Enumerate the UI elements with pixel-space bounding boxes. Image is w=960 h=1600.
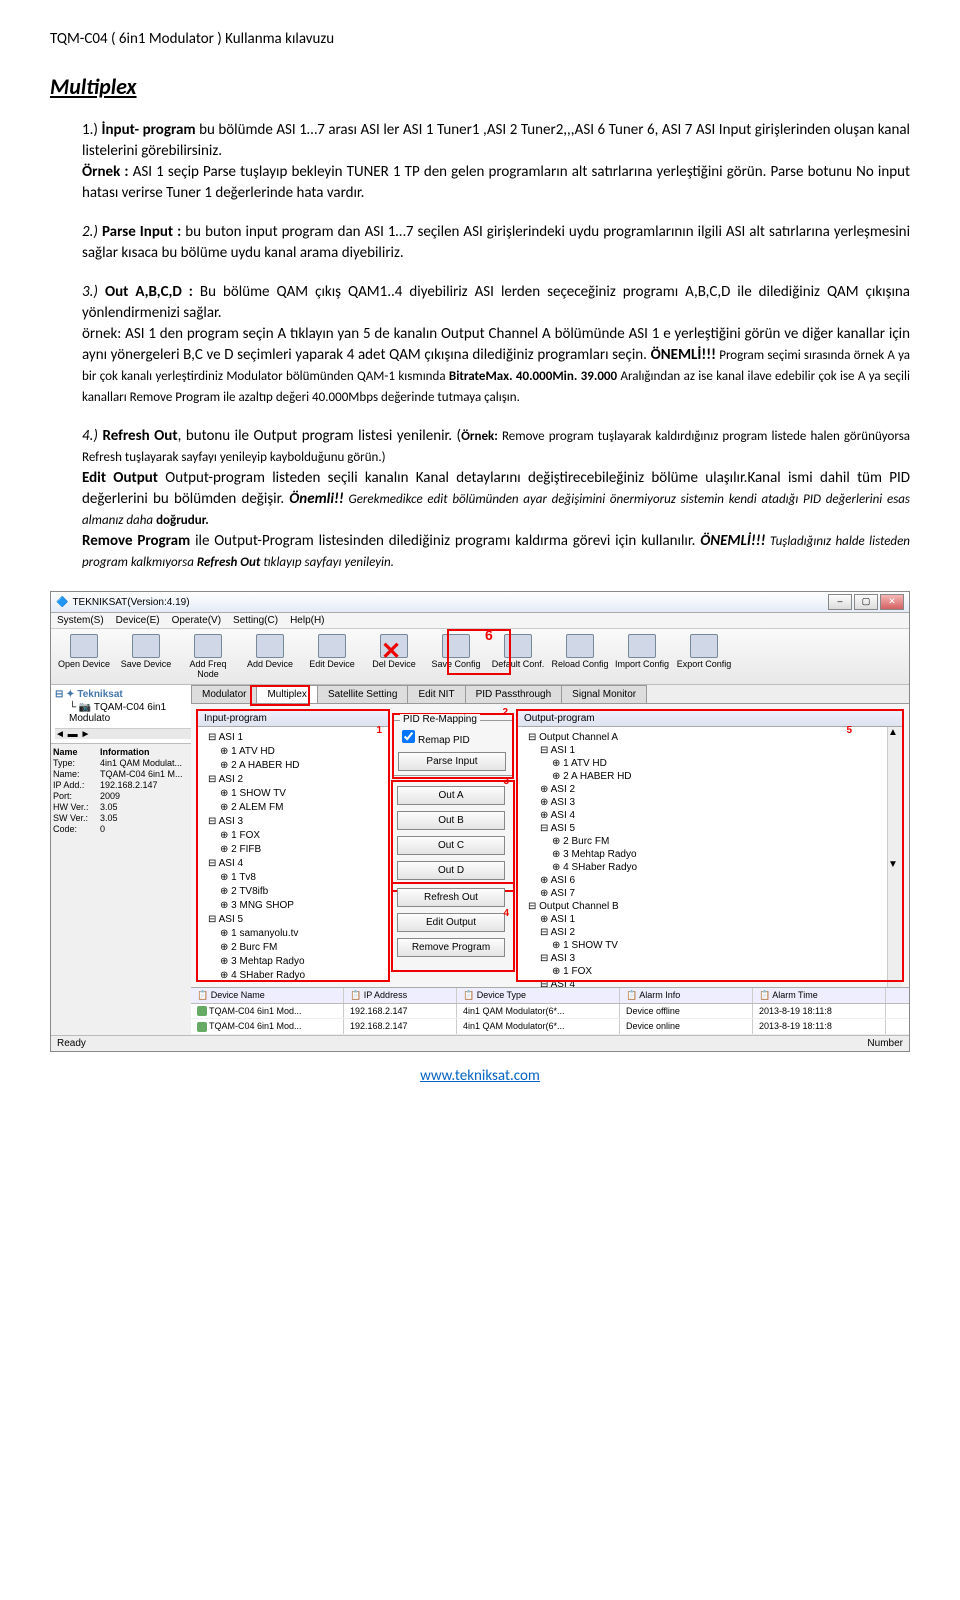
tab-satellite-setting[interactable]: Satellite Setting bbox=[317, 685, 409, 703]
item-2: 2.) Parse Input : bu buton input program… bbox=[82, 222, 910, 264]
info-row: Type:4in1 QAM Modulat... bbox=[53, 758, 189, 768]
app-icon: 🔷 bbox=[56, 597, 68, 608]
pid-remapping-group: 2 PID Re-Mapping Remap PID Parse Input bbox=[393, 720, 513, 776]
app-window: 🔷 TEKNIKSAT(Version:4.19) – ▢ ✕ System(S)… bbox=[50, 591, 910, 1052]
info-row: Name:TQAM-C04 6in1 M... bbox=[53, 769, 189, 779]
menu-item[interactable]: Setting(C) bbox=[233, 615, 278, 626]
section-title: Multiplex bbox=[50, 73, 910, 100]
annotation-1: 1 bbox=[376, 725, 382, 736]
tool-icon bbox=[194, 634, 222, 658]
tab-edit-nit[interactable]: Edit NIT bbox=[407, 685, 465, 703]
tool-icon bbox=[318, 634, 346, 658]
tool-edit-device[interactable]: Edit Device bbox=[301, 632, 363, 681]
tool-open-device[interactable]: Open Device bbox=[53, 632, 115, 681]
annotation-box-3 bbox=[391, 780, 515, 892]
tool-icon bbox=[70, 634, 98, 658]
menu-item[interactable]: Operate(V) bbox=[172, 615, 221, 626]
status-bar: ReadyNumber bbox=[51, 1035, 909, 1051]
doc-header: TQM-C04 ( 6in1 Modulator ) Kullanma kıla… bbox=[50, 30, 910, 48]
tool-icon bbox=[132, 634, 160, 658]
maximize-button[interactable]: ▢ bbox=[854, 594, 878, 610]
mid-buttons: 2 PID Re-Mapping Remap PID Parse Input 3… bbox=[393, 710, 513, 981]
tool-icon bbox=[566, 634, 594, 658]
item-1: 1.) İnput- program bu bölümde ASI 1…7 ar… bbox=[82, 120, 910, 204]
tree-scrollbar[interactable]: ◄ ▬ ► bbox=[55, 728, 195, 739]
tool-icon bbox=[256, 634, 284, 658]
tab-signal-monitor[interactable]: Signal Monitor bbox=[561, 685, 647, 703]
item-3: 3.) Out A,B,C,D : Bu bölüme QAM çıkış QA… bbox=[82, 282, 910, 408]
menu-item[interactable]: Help(H) bbox=[290, 615, 324, 626]
tool-icon bbox=[628, 634, 656, 658]
grid-header[interactable]: 📋 Device Name bbox=[191, 988, 344, 1003]
tool-save-device[interactable]: Save Device bbox=[115, 632, 177, 681]
menu-item[interactable]: System(S) bbox=[57, 615, 104, 626]
tab-bar: ModulatorMultiplexSatellite SettingEdit … bbox=[191, 685, 909, 704]
input-program-panel: 1 Input-program ⊟ ASI 1⊕ 1 ATV HD⊕ 2 A H… bbox=[197, 710, 389, 981]
annotation-x: ✕ bbox=[381, 637, 401, 666]
titlebar: 🔷 TEKNIKSAT(Version:4.19) – ▢ ✕ bbox=[51, 592, 909, 613]
app-title: TEKNIKSAT(Version:4.19) bbox=[72, 597, 189, 608]
device-info: NameInformation Type:4in1 QAM Modulat...… bbox=[51, 743, 191, 837]
annotation-5: 5 bbox=[846, 725, 852, 736]
item-4: 4.) Refresh Out, butonu ile Output progr… bbox=[82, 426, 910, 573]
info-row: HW Ver.:3.05 bbox=[53, 802, 189, 812]
annotation-box-save bbox=[447, 629, 511, 675]
alarm-grid: 📋 Device Name📋 IP Address📋 Device Type📋 … bbox=[191, 987, 909, 1035]
tool-icon bbox=[690, 634, 718, 658]
annotation-box-multiplex bbox=[250, 685, 310, 706]
output-program-panel: 5 Output-program ⊟ Output Channel A⊟ ASI… bbox=[517, 710, 903, 981]
grid-header[interactable]: 📋 Alarm Info bbox=[620, 988, 753, 1003]
tool-import-config[interactable]: Import Config bbox=[611, 632, 673, 681]
device-tree[interactable]: ⊟ ✦ Tekniksat └ 📷 TQAM-C04 6in1 Modulato… bbox=[51, 685, 200, 743]
annotation-box-4 bbox=[391, 882, 515, 972]
tool-add-device[interactable]: Add Device bbox=[239, 632, 301, 681]
annotation-3: 3 bbox=[503, 776, 509, 787]
menu-item[interactable]: Device(E) bbox=[116, 615, 160, 626]
annotation-box-5 bbox=[516, 709, 904, 982]
tab-modulator[interactable]: Modulator bbox=[191, 685, 257, 703]
info-row: Code:0 bbox=[53, 824, 189, 834]
grid-header[interactable]: 📋 IP Address bbox=[344, 988, 457, 1003]
info-row: SW Ver.:3.05 bbox=[53, 813, 189, 823]
footer-link[interactable]: www.tekniksat.com bbox=[50, 1067, 910, 1085]
tool-add-freq-node[interactable]: Add Freq Node bbox=[177, 632, 239, 681]
tool-export-config[interactable]: Export Config bbox=[673, 632, 735, 681]
minimize-button[interactable]: – bbox=[828, 594, 852, 610]
annotation-box-1 bbox=[196, 709, 390, 982]
tool-reload-config[interactable]: Reload Config bbox=[549, 632, 611, 681]
annotation-4: 4 bbox=[503, 908, 509, 919]
grid-row[interactable]: TQAM-C04 6in1 Mod...192.168.2.1474in1 QA… bbox=[191, 1004, 909, 1020]
info-row: IP Add.:192.168.2.147 bbox=[53, 780, 189, 790]
annotation-2: 2 bbox=[502, 707, 508, 718]
grid-row[interactable]: TQAM-C04 6in1 Mod...192.168.2.1474in1 QA… bbox=[191, 1019, 909, 1035]
grid-header[interactable]: 📋 Device Type bbox=[457, 988, 620, 1003]
info-row: Port:2009 bbox=[53, 791, 189, 801]
close-button[interactable]: ✕ bbox=[880, 594, 904, 610]
tab-pid-passthrough[interactable]: PID Passthrough bbox=[465, 685, 563, 703]
menubar: System(S) Device(E) Operate(V) Setting(C) He… bbox=[51, 613, 909, 629]
grid-header[interactable]: 📋 Alarm Time bbox=[753, 988, 886, 1003]
toolbar: Open DeviceSave DeviceAdd Freq NodeAdd D… bbox=[51, 629, 909, 685]
